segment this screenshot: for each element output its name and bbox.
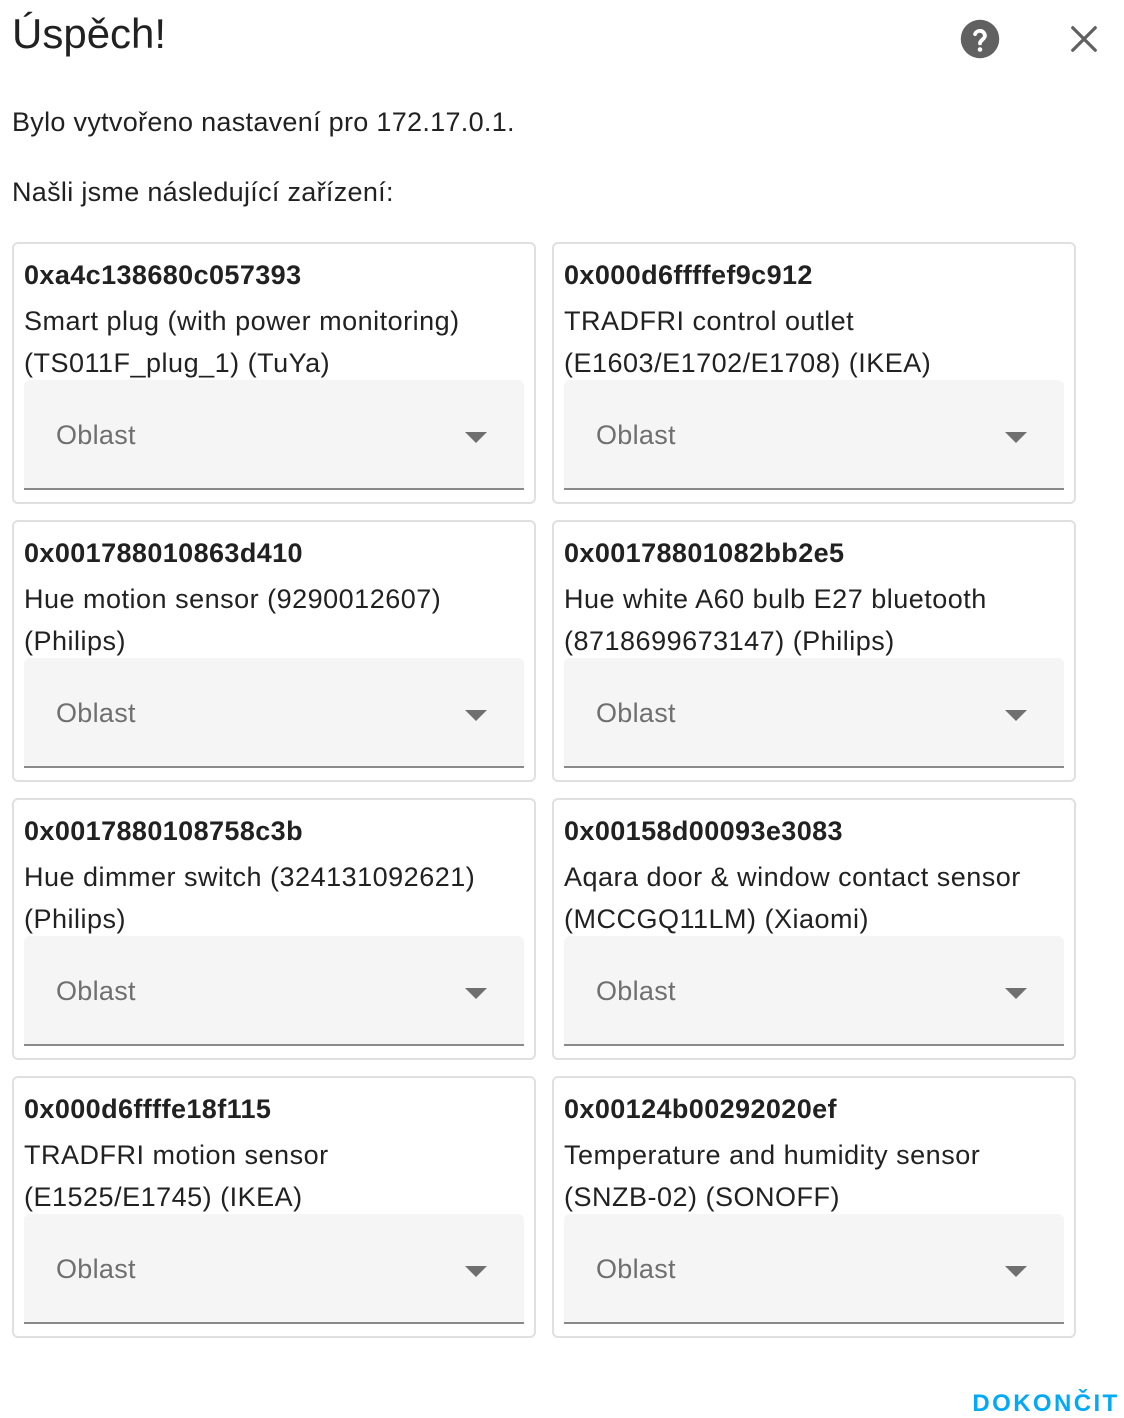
device-id: 0x00124b00292020ef — [564, 1094, 837, 1124]
area-select[interactable]: Oblast — [564, 380, 1064, 490]
device-id: 0x000d6ffffe18f115 — [24, 1094, 272, 1124]
created-message: Bylo vytvořeno nastavení pro 172.17.0.1. — [12, 107, 515, 137]
area-select[interactable]: Oblast — [24, 658, 524, 768]
area-select[interactable]: Oblast — [564, 936, 1064, 1046]
device-description: Hue motion sensor (9290012607) (Philips) — [24, 584, 442, 656]
device-id: 0x00178801082bb2e5 — [564, 538, 845, 568]
device-description: Hue dimmer switch (324131092621) (Philip… — [24, 862, 476, 934]
dropdown-arrow-icon — [1005, 432, 1027, 443]
dropdown-arrow-icon — [465, 710, 487, 721]
device-card: 0x001788010863d410 Hue motion sensor (92… — [12, 520, 536, 782]
device-card: 0x00124b00292020ef Temperature and humid… — [552, 1076, 1076, 1338]
device-card: 0x00158d00093e3083 Aqara door & window c… — [552, 798, 1076, 1060]
device-card: 0x0017880108758c3b Hue dimmer switch (32… — [12, 798, 536, 1060]
dropdown-arrow-icon — [465, 988, 487, 999]
dialog-title: Úspěch! — [12, 10, 167, 57]
help-circle-icon — [960, 19, 1000, 59]
device-card: 0xa4c138680c057393 Smart plug (with powe… — [12, 242, 536, 504]
close-button[interactable] — [1062, 17, 1106, 61]
area-select-label: Oblast — [596, 976, 676, 1006]
device-description: TRADFRI control outlet (E1603/E1702/E170… — [564, 306, 932, 378]
close-icon — [1071, 26, 1097, 52]
area-select-label: Oblast — [56, 698, 136, 728]
device-description: Aqara door & window contact sensor (MCCG… — [564, 862, 1021, 934]
device-id: 0x00158d00093e3083 — [564, 816, 843, 846]
dropdown-arrow-icon — [1005, 1266, 1027, 1277]
dropdown-arrow-icon — [465, 432, 487, 443]
area-select[interactable]: Oblast — [24, 380, 524, 490]
device-id: 0x000d6ffffef9c912 — [564, 260, 813, 290]
area-select-label: Oblast — [596, 698, 676, 728]
device-id: 0x001788010863d410 — [24, 538, 303, 568]
area-select-label: Oblast — [56, 976, 136, 1006]
area-select[interactable]: Oblast — [564, 1214, 1064, 1324]
found-devices-message: Našli jsme následující zařízení: — [12, 177, 394, 207]
device-description: Smart plug (with power monitoring) (TS01… — [24, 306, 460, 378]
area-select[interactable]: Oblast — [24, 1214, 524, 1324]
dropdown-arrow-icon — [1005, 710, 1027, 721]
device-id: 0xa4c138680c057393 — [24, 260, 302, 290]
help-button[interactable] — [958, 17, 1002, 61]
device-description: Hue white A60 bulb E27 bluetooth (871869… — [564, 584, 987, 656]
device-id: 0x0017880108758c3b — [24, 816, 303, 846]
area-select-label: Oblast — [596, 1254, 676, 1284]
area-select-label: Oblast — [56, 420, 136, 450]
device-card: 0x000d6ffffe18f115 TRADFRI motion sensor… — [12, 1076, 536, 1338]
device-grid: 0xa4c138680c057393 Smart plug (with powe… — [12, 242, 1076, 1338]
device-card: 0x000d6ffffef9c912 TRADFRI control outle… — [552, 242, 1076, 504]
device-description: TRADFRI motion sensor (E1525/E1745) (IKE… — [24, 1140, 329, 1212]
area-select-label: Oblast — [596, 420, 676, 450]
device-card: 0x00178801082bb2e5 Hue white A60 bulb E2… — [552, 520, 1076, 782]
dropdown-arrow-icon — [465, 1266, 487, 1277]
area-select[interactable]: Oblast — [24, 936, 524, 1046]
finish-button[interactable]: DOKONČIT — [972, 1384, 1120, 1418]
device-description: Temperature and humidity sensor (SNZB-02… — [564, 1140, 981, 1212]
area-select-label: Oblast — [56, 1254, 136, 1284]
area-select[interactable]: Oblast — [564, 658, 1064, 768]
dropdown-arrow-icon — [1005, 988, 1027, 999]
success-dialog: Úspěch! Bylo vytvořeno nastavení pro 172… — [0, 0, 1124, 1418]
